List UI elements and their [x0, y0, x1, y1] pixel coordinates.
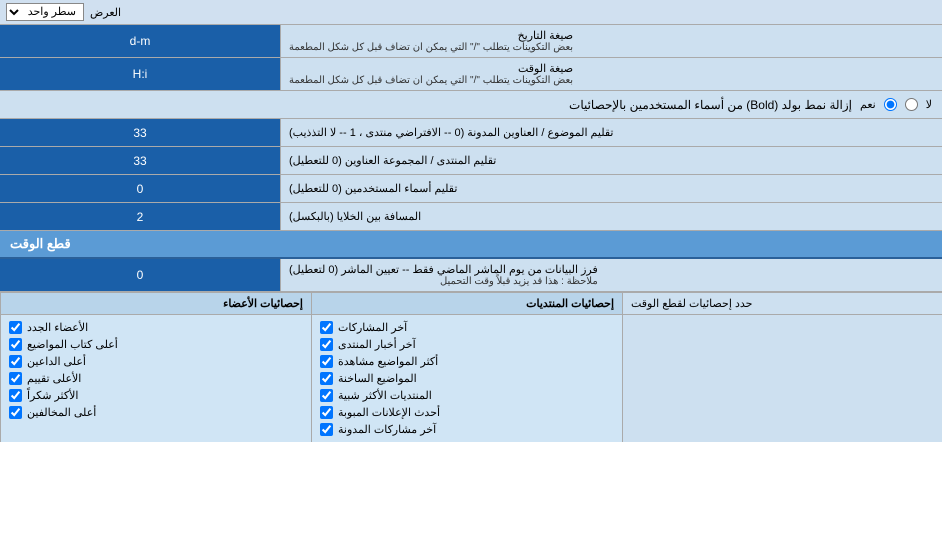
- trim-topics-label: تقليم الموضوع / العناوين المدونة (0 -- ا…: [280, 119, 942, 146]
- col1-header: إحصائيات الأعضاء: [0, 293, 311, 314]
- list-item: المواضيع الساخنة: [320, 370, 614, 387]
- cell-spacing-input[interactable]: [6, 210, 274, 224]
- list-item: آخر مشاركات المدونة: [320, 421, 614, 438]
- trim-topics-input[interactable]: [6, 126, 274, 140]
- time-format-row: صيغة الوقت بعض التكوينات يتطلب "/" التي …: [0, 58, 942, 91]
- cutoff-section-header: قطع الوقت: [0, 231, 942, 259]
- cb-last-posts[interactable]: [320, 321, 333, 334]
- cell-spacing-input-cell: [0, 203, 280, 230]
- cell-spacing-row: المسافة بين الخلايا (بالبكسل): [0, 203, 942, 231]
- cb-top-referrers[interactable]: [9, 355, 22, 368]
- cutoff-input[interactable]: [6, 268, 274, 282]
- list-item: أحدث الإعلانات المبوبة: [320, 404, 614, 421]
- bold-remove-label-cell: لا نعم إزالة نمط بولد (Bold) من أسماء ال…: [0, 91, 942, 118]
- col2-checkboxes: آخر المشاركات آخر أخبار المنتدى أكثر الم…: [311, 315, 622, 442]
- trim-users-label: تقليم أسماء المستخدمين (0 للتعطيل): [280, 175, 942, 202]
- cb-popular-forums[interactable]: [320, 389, 333, 402]
- date-format-row: صيغة التاريخ بعض التكوينات يتطلب "/" الت…: [0, 25, 942, 58]
- cb-new-members[interactable]: [9, 321, 22, 334]
- bold-remove-row: لا نعم إزالة نمط بولد (Bold) من أسماء ال…: [0, 91, 942, 119]
- cb-most-viewed[interactable]: [320, 355, 333, 368]
- top-bar: العرض سطر واحد سطران ثلاثة أسطر: [0, 0, 942, 25]
- bottom-section: حدد إحصائيات لقطع الوقت إحصائيات المنتدي…: [0, 292, 942, 442]
- time-format-input[interactable]: [6, 67, 274, 81]
- bold-remove-yes-radio[interactable]: [884, 98, 897, 111]
- view-select[interactable]: سطر واحد سطران ثلاثة أسطر: [6, 3, 84, 21]
- list-item: آخر المشاركات: [320, 319, 614, 336]
- list-item: الأعضاء الجدد: [9, 319, 303, 336]
- bold-remove-yes-label: نعم: [860, 98, 876, 111]
- bold-remove-no-radio[interactable]: [905, 98, 918, 111]
- cb-top-violators[interactable]: [9, 406, 22, 419]
- list-item: المنتديات الأكثر شبية: [320, 387, 614, 404]
- list-item: أكثر المواضيع مشاهدة: [320, 353, 614, 370]
- date-format-input[interactable]: [6, 34, 274, 48]
- cb-hot-topics[interactable]: [320, 372, 333, 385]
- cutoff-input-cell: [0, 259, 280, 291]
- list-item: الأعلى تقييم: [9, 370, 303, 387]
- list-item: آخر أخبار المنتدى: [320, 336, 614, 353]
- bold-remove-text: إزالة نمط بولد (Bold) من أسماء المستخدمي…: [10, 98, 852, 112]
- cutoff-row: فرز البيانات من يوم الماشر الماضي فقط --…: [0, 259, 942, 292]
- trim-forum-input-cell: [0, 147, 280, 174]
- time-format-input-cell: [0, 58, 280, 90]
- trim-forum-row: تقليم المنتدى / المجموعة العناوين (0 للت…: [0, 147, 942, 175]
- date-format-input-cell: [0, 25, 280, 57]
- bottom-content-row: آخر المشاركات آخر أخبار المنتدى أكثر الم…: [0, 315, 942, 442]
- trim-forum-input[interactable]: [6, 154, 274, 168]
- cb-blog-posts[interactable]: [320, 423, 333, 436]
- cb-top-rated[interactable]: [9, 372, 22, 385]
- trim-users-input[interactable]: [6, 182, 274, 196]
- cell-spacing-label: المسافة بين الخلايا (بالبكسل): [280, 203, 942, 230]
- date-format-label: صيغة التاريخ بعض التكوينات يتطلب "/" الت…: [280, 25, 942, 57]
- col1-checkboxes: الأعضاء الجدد أعلى كتاب المواضيع أعلى ال…: [0, 315, 311, 442]
- trim-users-input-cell: [0, 175, 280, 202]
- cutoff-label: فرز البيانات من يوم الماشر الماضي فقط --…: [280, 259, 942, 291]
- trim-topics-input-cell: [0, 119, 280, 146]
- col2-header: إحصائيات المنتديات: [311, 293, 622, 314]
- trim-forum-label: تقليم المنتدى / المجموعة العناوين (0 للت…: [280, 147, 942, 174]
- bottom-spacer: [622, 315, 942, 442]
- bottom-label-main: حدد إحصائيات لقطع الوقت: [622, 293, 942, 314]
- cb-top-posters[interactable]: [9, 338, 22, 351]
- bottom-header-row: حدد إحصائيات لقطع الوقت إحصائيات المنتدي…: [0, 293, 942, 315]
- bold-remove-no-label: لا: [926, 98, 932, 111]
- trim-users-row: تقليم أسماء المستخدمين (0 للتعطيل): [0, 175, 942, 203]
- list-item: أعلى الداعين: [9, 353, 303, 370]
- cb-most-thanked[interactable]: [9, 389, 22, 402]
- list-item: الأكثر شكراً: [9, 387, 303, 404]
- list-item: أعلى كتاب المواضيع: [9, 336, 303, 353]
- list-item: أعلى المخالفين: [9, 404, 303, 421]
- time-format-label: صيغة الوقت بعض التكوينات يتطلب "/" التي …: [280, 58, 942, 90]
- trim-topics-row: تقليم الموضوع / العناوين المدونة (0 -- ا…: [0, 119, 942, 147]
- cutoff-section-title: قطع الوقت: [0, 231, 942, 257]
- cb-last-news[interactable]: [320, 338, 333, 351]
- cb-classifieds[interactable]: [320, 406, 333, 419]
- top-bar-label: العرض: [90, 6, 121, 19]
